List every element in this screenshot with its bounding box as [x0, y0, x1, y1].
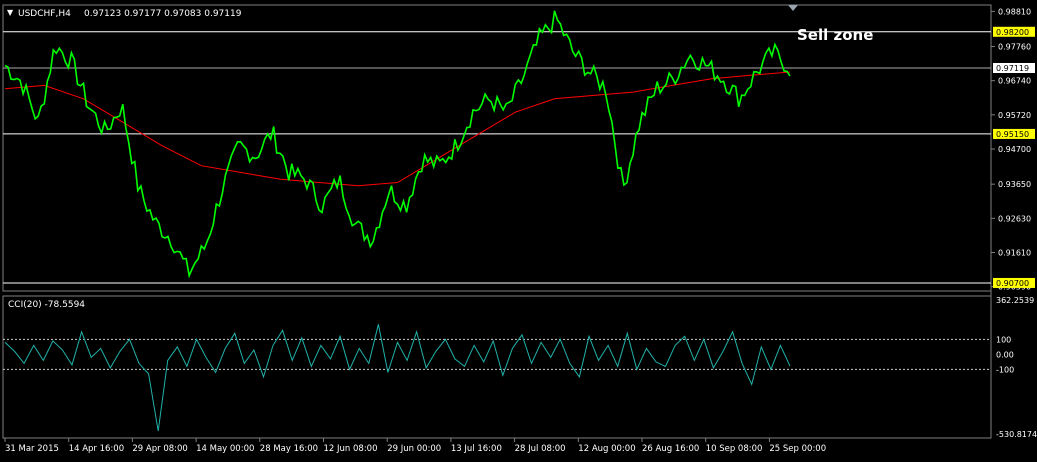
cci-panel: [2, 295, 992, 439]
level-tag-label: 0.98200: [996, 28, 1029, 37]
price-y-tick-label: 0.92630: [998, 214, 1031, 223]
dropdown-icon[interactable]: ▼: [7, 8, 14, 17]
price-y-tick-label: 0.98810: [998, 7, 1031, 16]
ohlc-values: 0.97123 0.97177 0.97083 0.97119: [84, 9, 242, 19]
x-tick-label: 12 Aug 00:00: [578, 444, 635, 454]
x-tick-label: 29 Apr 08:00: [132, 444, 187, 454]
cci-label: CCI(20) -78.5594: [8, 300, 85, 310]
level-tag-label: 0.97119: [996, 64, 1029, 73]
price-y-tick-label: 0.94700: [998, 145, 1031, 154]
sell-zone-label: Sell zone: [797, 26, 873, 44]
x-tick-label: 28 Jul 08:00: [515, 444, 566, 454]
price-y-tick-label: 0.93650: [998, 180, 1031, 189]
x-tick-label: 14 May 00:00: [196, 444, 254, 454]
x-tick-label: 28 May 16:00: [260, 444, 318, 454]
x-tick-label: 26 Aug 16:00: [642, 444, 699, 454]
level-tag-label: 0.90700: [996, 279, 1029, 288]
symbol-label: USDCHF,H4: [18, 9, 71, 19]
price-y-tick-label: 0.97760: [998, 43, 1031, 52]
price-y-tick-label: 0.96740: [998, 77, 1031, 86]
level-tag-label: 0.95150: [996, 130, 1029, 139]
cci-y-tick-label: -530.8174: [996, 430, 1037, 439]
price-y-tick-label: 0.91610: [998, 248, 1031, 257]
cci-y-tick-label: 100: [996, 335, 1011, 344]
chart-svg: 0.98810 0.97760 0.96740 0.95720 0.94700 0.936…: [2, 4, 1037, 454]
x-tick-label: 13 Jul 16:00: [451, 444, 502, 454]
cci-y-tick-label: 0.00: [996, 350, 1014, 359]
x-tick-label: 31 Mar 2015: [5, 444, 59, 454]
x-tick-label: 12 Jun 08:00: [324, 444, 378, 454]
price-y-tick-label: 0.95720: [998, 111, 1031, 120]
x-tick-label: 29 Jun 00:00: [387, 444, 441, 454]
price-panel: [2, 4, 992, 292]
cci-y-tick-label: -100: [996, 365, 1014, 374]
x-tick-label: 10 Sep 08:00: [706, 444, 763, 454]
x-tick-label: 25 Sep 00:00: [769, 444, 826, 454]
chart-window: 0.98810 0.97760 0.96740 0.95720 0.94700 0.936…: [0, 0, 1037, 458]
x-tick-label: 14 Apr 16:00: [69, 444, 124, 454]
cci-y-tick-label: 362.2539: [996, 296, 1034, 305]
